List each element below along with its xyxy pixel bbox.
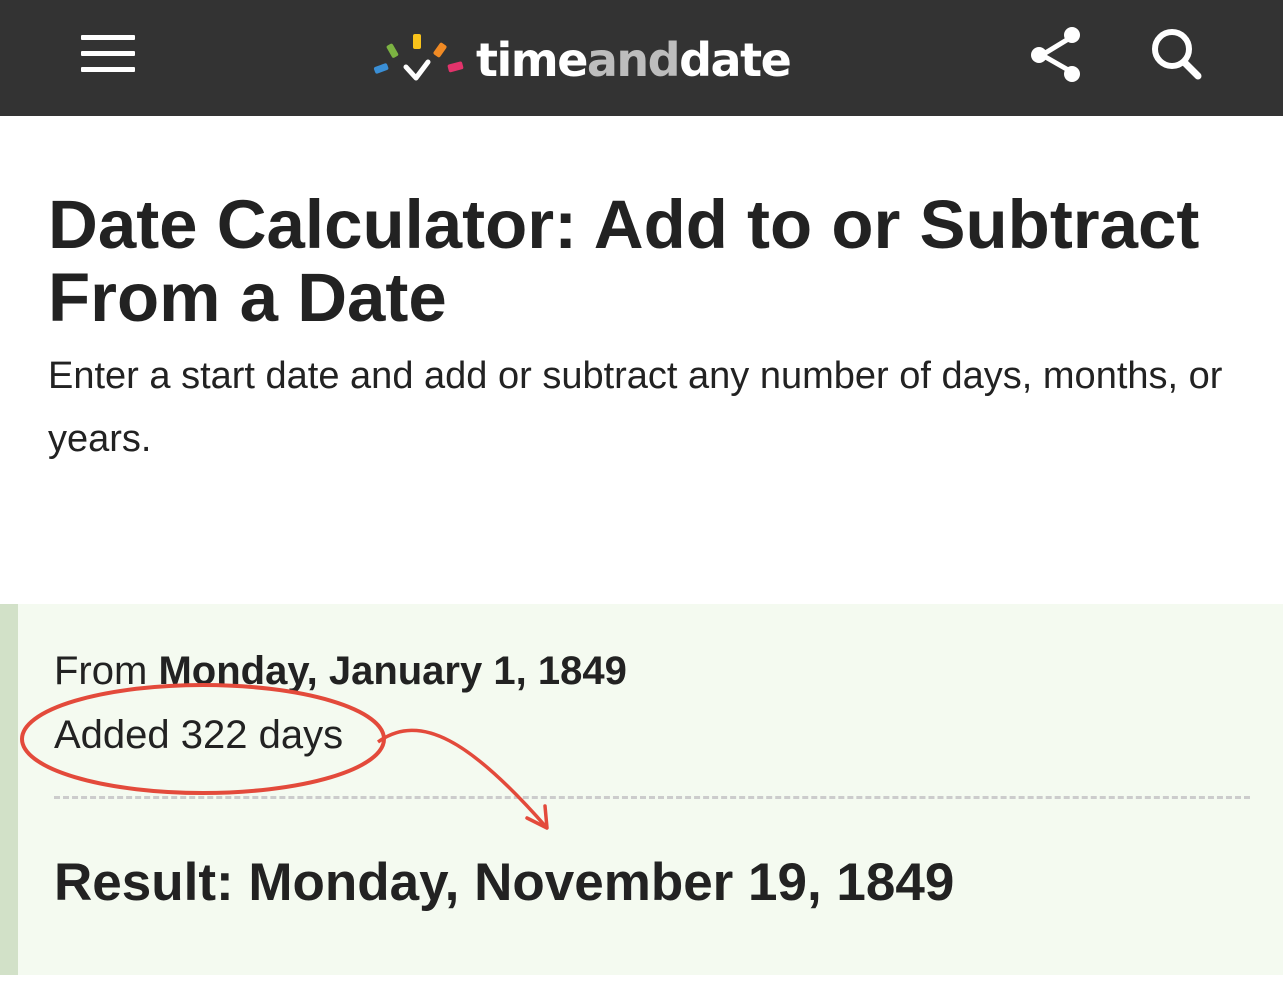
site-logo[interactable]: timeanddate — [372, 28, 792, 92]
from-prefix: From — [54, 649, 148, 693]
from-date-line: From Monday, January 1, 1849 — [54, 646, 627, 696]
logo-mark-icon — [373, 34, 464, 81]
share-icon[interactable] — [1020, 18, 1092, 90]
hamburger-menu-icon[interactable] — [72, 26, 144, 82]
logo-wordmark: timeanddate — [476, 33, 792, 87]
page-intro: Enter a start date and add or subtract a… — [48, 355, 1223, 460]
from-date: Monday, January 1, 1849 — [158, 649, 627, 693]
added-days-line: Added 322 days — [54, 713, 344, 757]
top-navigation-bar: timeanddate — [0, 0, 1283, 116]
result-date: Result: Monday, November 19, 1849 — [54, 853, 955, 912]
dashed-divider — [54, 796, 1250, 799]
search-icon[interactable] — [1140, 18, 1212, 90]
page-title: Date Calculator: Add to or Subtract From… — [48, 186, 1200, 336]
